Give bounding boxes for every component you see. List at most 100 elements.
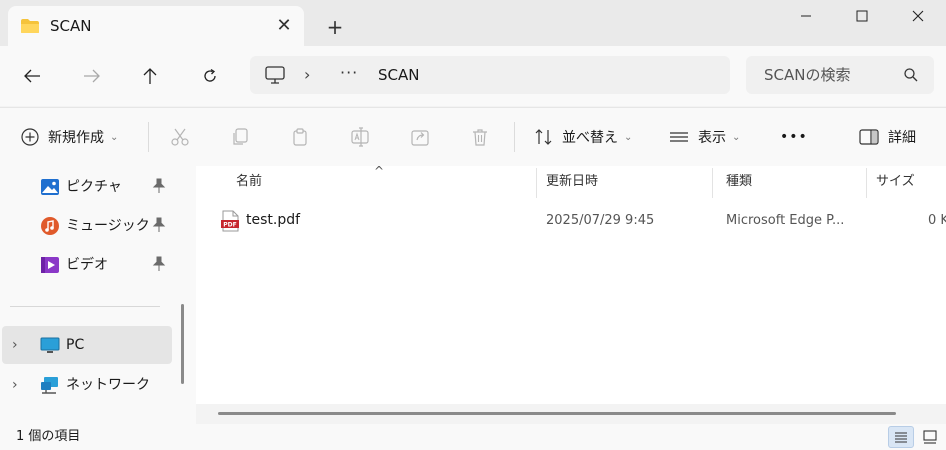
svg-text:PDF: PDF [223, 222, 236, 229]
tab-close-button[interactable]: ✕ [272, 15, 296, 37]
sort-ascending-icon: ^ [374, 164, 385, 178]
large-icons-view-button[interactable] [918, 426, 942, 448]
pc-icon [40, 337, 60, 353]
details-pane-icon [859, 129, 879, 145]
view-button[interactable]: 表示 ⌄ [668, 108, 740, 166]
chevron-down-icon: ⌄ [110, 131, 119, 143]
refresh-button[interactable] [192, 58, 228, 94]
large-icons-view-icon [923, 430, 937, 444]
chevron-right-icon[interactable]: › [12, 335, 18, 355]
sidebar-item-label: ミュージック [66, 218, 150, 234]
rename-button[interactable] [350, 108, 372, 166]
breadcrumb-overflow[interactable]: ··· [340, 63, 358, 83]
navigation-bar: › ··· SCAN SCANの検索 [0, 46, 946, 106]
file-size: 0 K [928, 213, 946, 228]
copy-button[interactable] [230, 108, 250, 166]
minimize-button[interactable] [778, 0, 834, 32]
divider [514, 122, 515, 152]
column-header-name[interactable]: 名前 [236, 172, 262, 192]
sidebar-item-label: ネットワーク [66, 377, 150, 393]
search-placeholder[interactable]: SCANの検索 [764, 65, 850, 85]
horizontal-scrollbar-thumb[interactable] [218, 412, 896, 415]
rename-icon [351, 127, 369, 147]
minimize-icon [801, 15, 811, 17]
column-divider[interactable] [712, 168, 713, 198]
breadcrumb-separator[interactable]: › [304, 65, 310, 85]
details-pane-label: 詳細 [888, 130, 916, 146]
column-divider[interactable] [536, 168, 537, 198]
videos-icon [41, 257, 59, 273]
table-row[interactable]: PDF test.pdf 2025/07/29 9:45 Microsoft E… [212, 204, 946, 238]
paste-button[interactable] [290, 108, 310, 166]
sort-button[interactable]: 並べ替え ⌄ [534, 108, 632, 166]
column-header-type[interactable]: 種類 [726, 172, 752, 192]
new-tab-button[interactable]: + [322, 14, 348, 40]
chevron-down-icon: ⌄ [624, 131, 633, 143]
sidebar-item-music[interactable]: ミュージック [0, 207, 172, 245]
pin-icon [152, 256, 166, 271]
pin-icon [152, 217, 166, 232]
scissors-icon [171, 128, 189, 146]
column-divider[interactable] [866, 168, 867, 198]
file-type: Microsoft Edge P... [726, 213, 845, 228]
file-name[interactable]: test.pdf [246, 210, 300, 230]
address-bar[interactable]: › ··· SCAN [250, 56, 730, 94]
plus-circle-icon [21, 128, 39, 146]
details-view-icon [895, 432, 907, 443]
chevron-right-icon[interactable]: › [12, 375, 18, 395]
view-button-label: 表示 [698, 130, 726, 146]
share-button[interactable] [410, 108, 430, 166]
sidebar-scrollbar[interactable] [181, 304, 184, 384]
delete-button[interactable] [470, 108, 490, 166]
tab-scan[interactable]: SCAN ✕ [8, 6, 304, 46]
share-icon [411, 130, 429, 146]
chevron-down-icon: ⌄ [732, 131, 741, 143]
new-button[interactable]: 新規作成 ⌄ [20, 108, 118, 166]
forward-button[interactable] [74, 58, 110, 94]
pictures-icon [41, 179, 59, 195]
breadcrumb-current-folder[interactable]: SCAN [378, 65, 419, 85]
search-icon [904, 68, 918, 82]
pdf-file-icon: PDF [221, 210, 239, 232]
sidebar-item-videos[interactable]: ビデオ [0, 246, 172, 284]
sidebar-divider [10, 306, 160, 307]
column-header-modified[interactable]: 更新日時 [546, 172, 598, 192]
cut-button[interactable] [170, 108, 190, 166]
view-lines-icon [670, 132, 688, 142]
file-list: ^ 名前 更新日時 種類 サイズ PDF test.pdf 2025/07/29… [196, 164, 946, 424]
clipboard-icon [293, 128, 307, 146]
maximize-icon [856, 10, 868, 22]
music-icon [41, 217, 59, 235]
details-view-button[interactable] [888, 426, 914, 448]
see-more-button[interactable]: ••• [780, 108, 808, 166]
network-icon [41, 377, 58, 394]
navigation-pane: ピクチャ ミュージック ビデオ › PC › ネットワーク [0, 166, 196, 424]
sidebar-item-label: PC [66, 337, 85, 353]
arrow-up-icon [143, 68, 157, 84]
arrow-right-icon [84, 69, 100, 83]
tab-title: SCAN [50, 17, 92, 35]
divider [148, 122, 149, 152]
details-pane-button[interactable]: 詳細 [858, 108, 916, 166]
new-button-label: 新規作成 [48, 130, 104, 146]
arrow-left-icon [24, 69, 40, 83]
search-box[interactable]: SCANの検索 [746, 56, 934, 94]
maximize-button[interactable] [834, 0, 890, 32]
column-header-size[interactable]: サイズ [876, 172, 915, 192]
refresh-icon [204, 68, 216, 82]
close-window-button[interactable] [890, 0, 946, 32]
trash-icon [473, 129, 487, 146]
sidebar-item-network[interactable]: › ネットワーク [0, 366, 172, 404]
copy-icon [233, 128, 248, 145]
up-button[interactable] [132, 58, 168, 94]
item-count: 1 個の項目 [16, 429, 81, 444]
monitor-icon [265, 66, 285, 84]
sidebar-item-pc[interactable]: › PC [2, 326, 172, 364]
file-modified: 2025/07/29 9:45 [546, 213, 655, 228]
sort-button-label: 並べ替え [562, 130, 618, 146]
back-button[interactable] [14, 58, 50, 94]
sidebar-item-pictures[interactable]: ピクチャ [0, 168, 172, 206]
title-bar: SCAN ✕ + [0, 0, 946, 46]
command-bar: 新規作成 ⌄ 並べ替え ⌄ 表示 ⌄ ••• 詳細 [0, 107, 946, 167]
sort-icon [535, 129, 552, 145]
